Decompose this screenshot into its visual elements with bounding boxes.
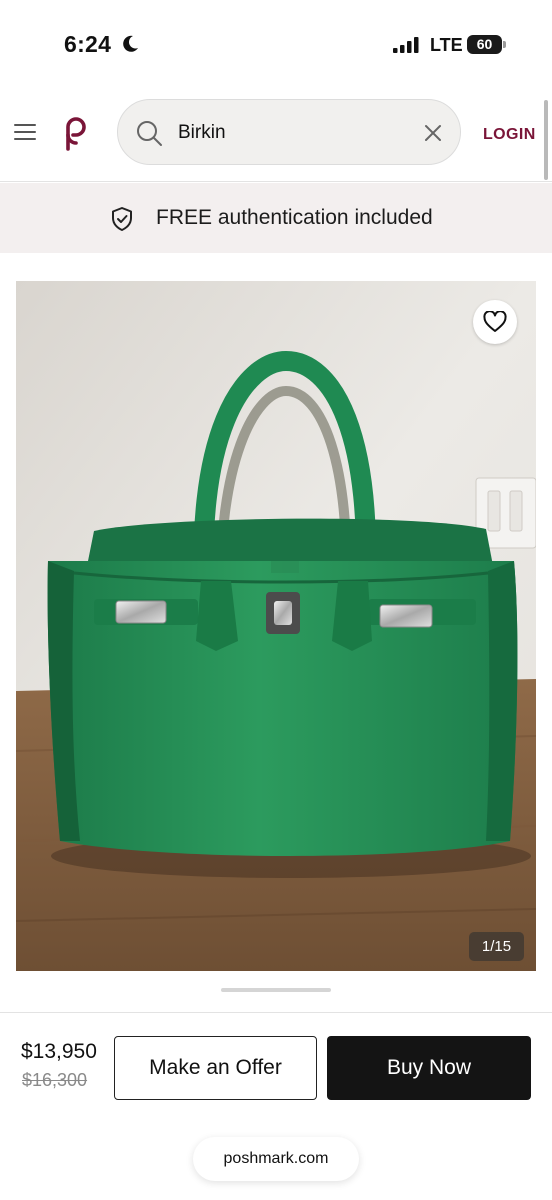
page-scrollbar	[544, 100, 548, 180]
make-offer-button[interactable]: Make an Offer	[114, 1036, 317, 1100]
status-time: 6:24	[64, 31, 112, 57]
green-handbag-illustration	[16, 281, 536, 971]
status-bar: 6:24 LTE 60	[0, 0, 552, 88]
search-input[interactable]	[178, 119, 398, 147]
buy-now-button[interactable]: Buy Now	[327, 1036, 531, 1100]
banner-text: FREE authentication included	[156, 206, 433, 229]
shield-check-icon	[112, 207, 132, 231]
network-label: LTE	[430, 35, 463, 55]
battery-icon: 60	[467, 35, 507, 54]
purchase-bar: $13,950 $16,300 Make an Offer Buy Now po…	[0, 1012, 552, 1200]
login-link[interactable]: LOGIN	[483, 126, 536, 144]
app-header: LOGIN	[0, 88, 552, 182]
battery-level: 60	[476, 36, 493, 52]
product-photo[interactable]	[16, 281, 536, 971]
original-price: $16,300	[22, 1070, 88, 1090]
moon-icon	[123, 35, 138, 52]
carousel-indicator	[221, 988, 331, 992]
search-icon	[137, 121, 162, 146]
heart-icon	[483, 311, 507, 332]
signal-icon	[393, 37, 419, 53]
search-bar[interactable]	[117, 99, 461, 165]
image-counter: 1/15	[469, 932, 524, 961]
browser-url-pill[interactable]: poshmark.com	[193, 1137, 359, 1181]
clear-search-icon[interactable]	[424, 124, 442, 142]
like-button[interactable]	[473, 300, 517, 344]
authentication-banner: FREE authentication included	[0, 183, 552, 253]
hamburger-menu-icon[interactable]	[14, 124, 36, 142]
listing-price: $13,950	[21, 1040, 97, 1063]
poshmark-logo-icon[interactable]	[59, 115, 91, 151]
